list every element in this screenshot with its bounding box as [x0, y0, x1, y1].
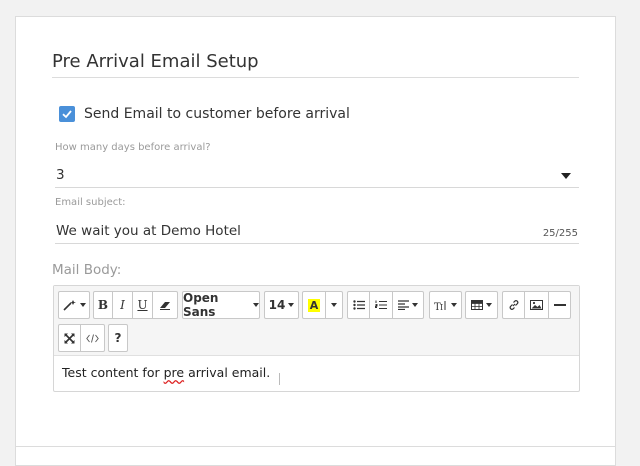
days-value: 3: [56, 167, 65, 183]
unordered-list-button[interactable]: [347, 291, 370, 319]
ordered-list-button[interactable]: [370, 291, 393, 319]
line-height-icon: TI: [434, 300, 446, 311]
section-title: Pre Arrival Email Setup: [52, 51, 579, 78]
color-dropdown-button[interactable]: [326, 291, 343, 319]
horizontal-rule-icon: [553, 304, 566, 306]
mail-body-label: Mail Body:: [52, 262, 122, 278]
subject-char-counter: 25/255: [542, 228, 578, 239]
svg-text:I: I: [440, 303, 443, 311]
clear-format-button[interactable]: [153, 291, 178, 319]
line-height-dropdown[interactable]: TI: [429, 291, 462, 319]
send-email-row[interactable]: Send Email to customer before arrival: [59, 106, 350, 122]
eraser-icon: [160, 302, 170, 310]
content-text-after: arrival email.: [184, 365, 271, 380]
caret-down-icon[interactable]: [561, 173, 571, 179]
subject-input[interactable]: We wait you at Demo Hotel 25/255: [55, 220, 579, 244]
table-dropdown[interactable]: [465, 291, 498, 319]
editor-content[interactable]: Test content for pre arrival email.: [62, 365, 270, 380]
checkmark-icon: [62, 110, 72, 119]
font-name-dropdown[interactable]: Open Sans: [182, 291, 260, 319]
help-button[interactable]: ?: [108, 324, 128, 352]
font-size-dropdown[interactable]: 14: [264, 291, 299, 319]
subject-value: We wait you at Demo Hotel: [56, 223, 241, 239]
pre-arrival-email-card: Pre Arrival Email Setup Send Email to cu…: [15, 16, 616, 466]
font-color-icon: A: [307, 298, 321, 312]
fullscreen-button[interactable]: [58, 324, 81, 352]
fullscreen-icon: [64, 332, 75, 344]
horizontal-rule-button[interactable]: [549, 291, 571, 319]
magic-icon: [62, 300, 76, 311]
table-icon: [471, 300, 483, 310]
paragraph-align-dropdown[interactable]: [393, 291, 424, 319]
text-cursor: [279, 373, 280, 385]
days-label: How many days before arrival?: [55, 142, 211, 153]
picture-icon: [530, 300, 543, 310]
caret-down-icon: [331, 303, 337, 307]
underline-icon: U: [137, 298, 148, 312]
italic-icon: I: [120, 298, 125, 312]
italic-button[interactable]: I: [113, 291, 133, 319]
font-color-button[interactable]: A: [302, 291, 326, 319]
link-icon: [509, 300, 518, 310]
picture-button[interactable]: [525, 291, 549, 319]
unordered-list-icon: [352, 300, 365, 310]
rich-text-editor[interactable]: B I U Open Sans 14 A T I ? Test content …: [53, 285, 580, 392]
link-button[interactable]: [502, 291, 525, 319]
content-misspelled-word: pre: [163, 365, 185, 380]
editor-toolbar: B I U Open Sans 14 A T I ?: [54, 286, 579, 356]
days-select[interactable]: 3: [55, 164, 579, 188]
font-name-label: Open Sans: [183, 291, 219, 319]
bold-icon: B: [97, 298, 109, 312]
help-icon: ?: [114, 331, 122, 345]
font-size-label: 14: [268, 298, 286, 312]
bold-button[interactable]: B: [93, 291, 113, 319]
code-view-button[interactable]: [81, 324, 105, 352]
ordered-list-icon: [375, 300, 387, 309]
code-view-icon: [86, 333, 99, 343]
style-button[interactable]: [58, 291, 90, 319]
underline-button[interactable]: U: [133, 291, 153, 319]
send-email-label[interactable]: Send Email to customer before arrival: [84, 106, 350, 122]
subject-label: Email subject:: [55, 197, 126, 208]
paragraph-align-icon: [398, 300, 409, 310]
send-email-checkbox[interactable]: [59, 106, 75, 122]
content-text-before: Test content for: [62, 365, 164, 380]
card-divider: [16, 446, 615, 447]
